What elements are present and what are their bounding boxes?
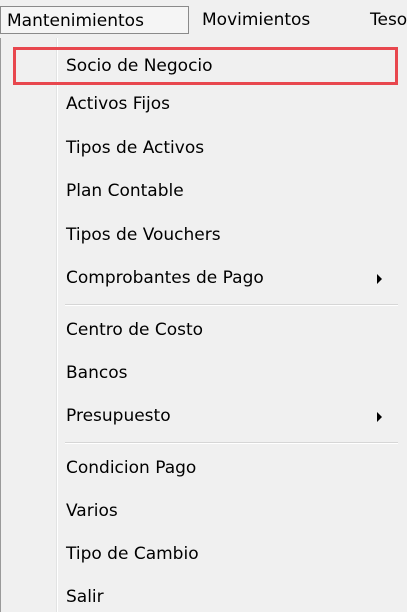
submenu-arrow-icon	[377, 412, 382, 422]
menu-item-condicion-pago[interactable]: Condicion Pago	[13, 449, 398, 487]
menu-item-tipos-de-vouchers[interactable]: Tipos de Vouchers	[13, 216, 398, 254]
menu-item-label: Salir	[66, 587, 104, 607]
menu-item-varios[interactable]: Varios	[13, 492, 398, 530]
menu-movimientos[interactable]: Movimientos	[202, 6, 310, 34]
menu-item-activos-fijos[interactable]: Activos Fijos	[13, 85, 398, 123]
menu-item-tipos-de-activos[interactable]: Tipos de Activos	[13, 129, 398, 167]
menu-item-plan-contable[interactable]: Plan Contable	[13, 172, 398, 210]
menu-item-bancos[interactable]: Bancos	[13, 354, 398, 392]
menu-item-label: Tipo de Cambio	[66, 544, 199, 564]
menu-item-label: Condicion Pago	[66, 458, 197, 478]
menu-item-socio-de-negocio[interactable]: Socio de Negocio	[13, 47, 398, 85]
menu-item-presupuesto[interactable]: Presupuesto	[13, 397, 398, 435]
submenu-arrow-icon	[377, 274, 382, 284]
menu-mantenimientos[interactable]: Mantenimientos	[0, 6, 189, 34]
menu-item-comprobantes-de-pago[interactable]: Comprobantes de Pago	[13, 259, 398, 297]
menu-item-label: Comprobantes de Pago	[66, 268, 264, 288]
menu-item-label: Socio de Negocio	[66, 56, 213, 76]
menu-item-label: Centro de Costo	[66, 320, 204, 340]
menu-item-centro-de-costo[interactable]: Centro de Costo	[13, 311, 398, 349]
menu-item-label: Tipos de Vouchers	[66, 225, 221, 245]
menu-item-salir[interactable]: Salir	[13, 578, 398, 616]
menu-item-tipo-de-cambio[interactable]: Tipo de Cambio	[13, 535, 398, 573]
menu-bar: Mantenimientos Movimientos Teso	[0, 0, 407, 39]
mantenimientos-dropdown: Socio de Negocio Activos Fijos Tipos de …	[0, 38, 407, 612]
menu-item-label: Activos Fijos	[66, 94, 171, 114]
menu-separator	[65, 442, 398, 444]
menu-item-label: Plan Contable	[66, 181, 184, 201]
menu-item-label: Tipos de Activos	[66, 138, 205, 158]
menu-item-label: Bancos	[66, 363, 128, 383]
menu-tesoreria[interactable]: Teso	[370, 6, 407, 34]
menu-item-label: Varios	[66, 501, 118, 521]
menu-separator	[65, 304, 398, 306]
menu-item-label: Presupuesto	[66, 406, 171, 426]
